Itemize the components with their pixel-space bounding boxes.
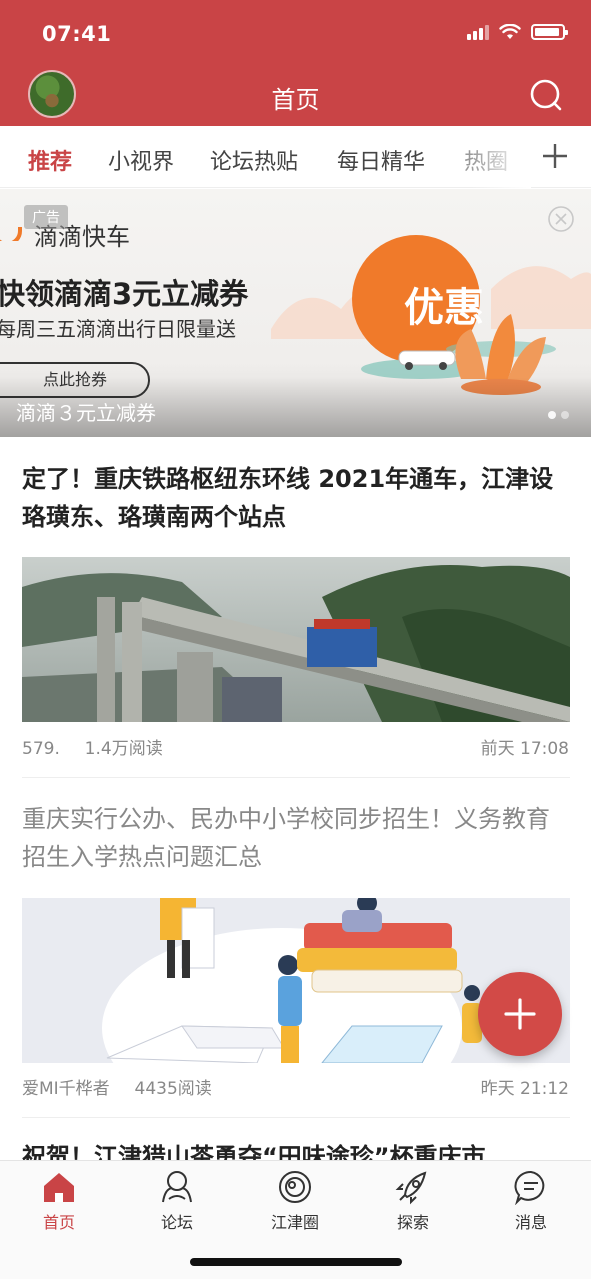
nav-label: 探索 [396, 1213, 429, 1232]
article-title[interactable]: 定了！重庆铁路枢纽东环线 2021年通车，江津设珞璜东、珞璜南两个站点 [22, 460, 570, 536]
cell-signal-icon [467, 24, 489, 40]
create-post-button[interactable] [478, 972, 562, 1056]
nav-label: 论坛 [160, 1213, 193, 1232]
tab-forum-hot[interactable]: 论坛热贴 [210, 144, 298, 176]
home-icon [44, 1173, 74, 1202]
search-icon[interactable] [529, 78, 563, 112]
ad-label: 广告 [24, 205, 68, 229]
ad-subline: 每周三五滴滴出行日限量送 [0, 317, 236, 341]
nav-home[interactable]: 首页 [14, 1169, 104, 1233]
tabs-fade [471, 126, 531, 188]
status-icons [467, 24, 568, 40]
railway-bridge-image [22, 557, 570, 722]
close-ad-icon[interactable] [547, 205, 575, 233]
circle-icon [279, 1171, 311, 1203]
nav-explore[interactable]: 探索 [368, 1169, 458, 1233]
article-reads: 1.4万阅读 [84, 739, 163, 759]
article-title[interactable]: 重庆实行公办、民办中小学校同步招生！义务教育招生入学热点问题汇总 [22, 800, 570, 876]
top-bar: 07:41 首页 [0, 0, 591, 126]
plus-icon [504, 998, 536, 1030]
message-icon [514, 1170, 545, 1205]
status-time: 07:41 [42, 22, 112, 46]
article-reads: 4435阅读 [134, 1079, 212, 1099]
nav-messages[interactable]: 消息 [486, 1169, 576, 1233]
carousel-dots [548, 411, 569, 419]
battery-icon [531, 24, 568, 40]
nav-label: 江津圈 [270, 1213, 319, 1232]
nav-forum[interactable]: 论坛 [132, 1169, 222, 1233]
article-meta: 爱MI千桦者 4435阅读 [22, 1074, 212, 1099]
article-author[interactable]: 爱MI千桦者 [22, 1079, 110, 1099]
rocket-icon [395, 1171, 427, 1205]
category-tabs: 推荐 小视界 论坛热贴 每日精华 热圈 [0, 126, 591, 188]
divider [22, 777, 570, 778]
promo-text: 优惠 [404, 285, 484, 331]
forum-icon [162, 1171, 192, 1203]
article-author[interactable]: 579. [22, 739, 60, 759]
ad-headline: 快领滴滴3元立减券 [0, 277, 249, 311]
wifi-icon [499, 24, 521, 39]
home-indicator [190, 1258, 402, 1266]
banner-caption: 滴滴３元立减券 [16, 401, 156, 425]
article-meta: 579. 1.4万阅读 [22, 734, 163, 759]
article-time: 前天 17:08 [480, 739, 569, 759]
didi-logo-icon [0, 227, 22, 241]
divider [22, 1117, 570, 1118]
add-tab-icon[interactable] [541, 142, 569, 170]
tab-recommend[interactable]: 推荐 [28, 144, 72, 176]
nav-jiangjin-circle[interactable]: 江津圈 [250, 1169, 340, 1233]
carousel-dot [561, 411, 569, 419]
ad-banner[interactable]: 优惠 滴滴快车 广告 快领滴滴3元立减券 每周三五滴滴出行日限量送 点此抢券 滴… [0, 189, 591, 437]
article-image[interactable] [22, 557, 570, 722]
page-title: 首页 [271, 86, 320, 114]
nav-label: 首页 [42, 1213, 75, 1232]
nav-label: 消息 [514, 1213, 547, 1232]
carousel-dot-active [548, 411, 556, 419]
tab-mini-view[interactable]: 小视界 [108, 144, 174, 176]
tab-daily-best[interactable]: 每日精华 [337, 144, 425, 176]
article-time: 昨天 21:12 [480, 1079, 569, 1099]
article-title[interactable]: 祝贺！江津猎山茶勇夺“田味途珍”杯重庆市 [22, 1138, 570, 1160]
